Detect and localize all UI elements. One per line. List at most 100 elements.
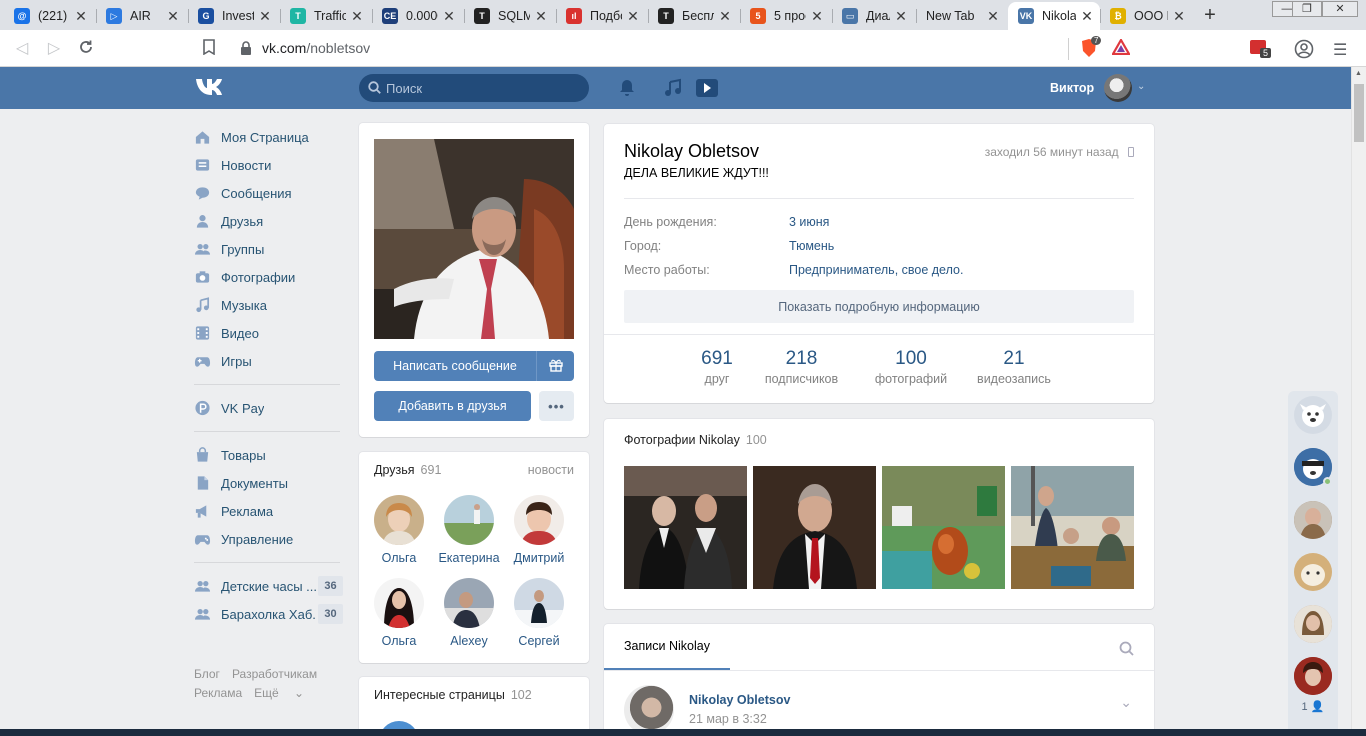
post-author-avatar[interactable] (624, 685, 674, 735)
info-value[interactable]: Тюмень (789, 239, 834, 253)
browser-tab[interactable]: ıl Подбо ✕ (556, 2, 646, 30)
user-avatar[interactable] (1104, 74, 1132, 102)
post-chevron-down-icon[interactable]: ⌄ (1120, 694, 1132, 711)
browser-tab[interactable]: @ (221) E ✕ (4, 2, 94, 30)
friend-name[interactable]: Ольга (364, 634, 434, 648)
friend-avatar[interactable] (444, 578, 494, 628)
chat-avatar[interactable] (1294, 605, 1332, 643)
browser-tab[interactable]: T SQLM ✕ (464, 2, 554, 30)
friend-item[interactable]: Екатерина (434, 495, 504, 565)
friend-avatar[interactable] (514, 578, 564, 628)
sidebar-item-music[interactable]: Музыка (190, 291, 345, 319)
photo-thumbnail[interactable] (624, 466, 747, 589)
photo-thumbnail[interactable] (1011, 466, 1134, 589)
menu-icon[interactable]: ☰ (1333, 40, 1347, 60)
tab-close-icon[interactable]: ✕ (718, 8, 732, 25)
footer-dev-link[interactable]: Разработчикам (232, 667, 317, 681)
friends-news-link[interactable]: новости (528, 463, 574, 477)
chat-vk-dog-avatar[interactable] (1294, 396, 1332, 434)
chat-avatar[interactable] (1294, 657, 1332, 695)
more-actions-button[interactable]: ••• (539, 391, 574, 421)
show-more-info-button[interactable]: Показать подробную информацию (624, 290, 1134, 323)
address-bar[interactable]: vk.com/nobletsov (228, 34, 1140, 62)
browser-tab[interactable]: G Investi ✕ (188, 2, 278, 30)
info-value[interactable]: Предприниматель, свое дело. (789, 263, 963, 277)
tab-close-icon[interactable]: ✕ (810, 8, 824, 25)
info-value[interactable]: 3 июня (789, 215, 829, 229)
profile-counter[interactable]: 21 видеозапись (969, 348, 1059, 386)
chevron-down-icon[interactable]: ⌄ (1137, 81, 1145, 92)
photo-thumbnail[interactable] (753, 466, 876, 589)
browser-tab[interactable]: CE 0.0000 ✕ (372, 2, 462, 30)
restore-button[interactable]: ❐ (1292, 1, 1322, 17)
sidebar-item-vkpay[interactable]: VK Pay (190, 394, 345, 422)
browser-tab[interactable]: T Беспл ✕ (648, 2, 738, 30)
add-friend-button[interactable]: Добавить в друзья (374, 391, 531, 421)
friend-name[interactable]: Alexey (434, 634, 504, 648)
extension-icon[interactable]: 5 (1250, 38, 1272, 60)
chat-avatar[interactable] (1294, 501, 1332, 539)
photo-thumbnail[interactable] (882, 466, 1005, 589)
bookmark-icon[interactable] (199, 39, 219, 59)
sidebar-item-messages[interactable]: Сообщения (190, 179, 345, 207)
brave-rewards-icon[interactable] (1111, 37, 1131, 58)
footer-more-link[interactable]: Ещё ⌄ (254, 686, 304, 700)
send-message-button[interactable]: Написать сообщение (374, 351, 536, 381)
profile-icon[interactable] (1294, 39, 1314, 62)
browser-tab[interactable]: ▷ AIR ✕ (96, 2, 186, 30)
page-scrollbar[interactable]: ▲ (1351, 67, 1366, 736)
sidebar-group-item[interactable]: Детские часы ... 36 (190, 572, 345, 600)
friend-name[interactable]: Екатерина (434, 551, 504, 565)
sidebar-item-home[interactable]: Моя Страница (190, 123, 345, 151)
tab-close-icon[interactable]: ✕ (1172, 8, 1186, 25)
chat-online-count[interactable]: 1 👤 (1288, 700, 1338, 713)
reload-button[interactable] (76, 39, 96, 59)
play-video-icon[interactable] (696, 78, 718, 98)
tab-close-icon[interactable]: ✕ (986, 8, 1000, 25)
friend-item[interactable]: Дмитрий (504, 495, 574, 565)
sidebar-item-bag[interactable]: Товары (190, 441, 345, 469)
sidebar-group-item[interactable]: Барахолка Хаб... 30 (190, 600, 345, 628)
wall-tab[interactable]: Записи Nikolay (604, 624, 730, 670)
tab-close-icon[interactable]: ✕ (1080, 8, 1094, 25)
brave-shield-icon[interactable]: 7 (1080, 36, 1102, 58)
forward-button[interactable]: ▷ (44, 39, 64, 59)
music-note-icon[interactable] (663, 78, 683, 98)
friends-header[interactable]: Друзья 691 (374, 463, 441, 477)
tab-close-icon[interactable]: ✕ (534, 8, 548, 25)
search-input[interactable] (386, 74, 581, 102)
gift-button[interactable] (536, 351, 574, 381)
sidebar-item-games[interactable]: Игры (190, 347, 345, 375)
browser-tab[interactable]: VK Nikola ✕ (1008, 2, 1100, 30)
friend-avatar[interactable] (374, 578, 424, 628)
wall-search-icon[interactable] (1119, 641, 1134, 659)
tab-close-icon[interactable]: ✕ (166, 8, 180, 25)
friend-item[interactable]: Сергей (504, 578, 574, 648)
friend-avatar[interactable] (374, 495, 424, 545)
profile-counter[interactable]: 218 подписчиков (754, 348, 849, 386)
sidebar-item-groups[interactable]: Группы (190, 235, 345, 263)
post-author-name[interactable]: Nikolay Obletsov (689, 693, 790, 707)
user-name[interactable]: Виктор (1050, 81, 1094, 95)
footer-ads-link[interactable]: Реклама (194, 686, 242, 700)
back-button[interactable]: ◁ (12, 39, 32, 59)
browser-tab[interactable]: ₿ ООО П ✕ (1100, 2, 1192, 30)
friend-item[interactable]: Ольга (364, 578, 434, 648)
scroll-up-icon[interactable]: ▲ (1355, 70, 1362, 77)
browser-tab[interactable]: ▭ Диало ✕ (832, 2, 914, 30)
close-window-button[interactable]: ✕ (1322, 1, 1358, 17)
tab-close-icon[interactable]: ✕ (74, 8, 88, 25)
notifications-bell-icon[interactable] (617, 78, 637, 98)
tab-close-icon[interactable]: ✕ (350, 8, 364, 25)
scrollbar-thumb[interactable] (1354, 84, 1364, 142)
friend-name[interactable]: Сергей (504, 634, 574, 648)
profile-counter[interactable]: 100 фотографий (864, 348, 958, 386)
new-tab-button[interactable]: + (1200, 4, 1220, 26)
sidebar-item-news[interactable]: Новости (190, 151, 345, 179)
sidebar-item-megaphone[interactable]: Реклама (190, 497, 345, 525)
friend-name[interactable]: Ольга (364, 551, 434, 565)
footer-blog-link[interactable]: Блог (194, 667, 220, 681)
tab-close-icon[interactable]: ✕ (626, 8, 640, 25)
friend-item[interactable]: Ольга (364, 495, 434, 565)
profile-counter[interactable]: 691 друг (691, 348, 743, 386)
